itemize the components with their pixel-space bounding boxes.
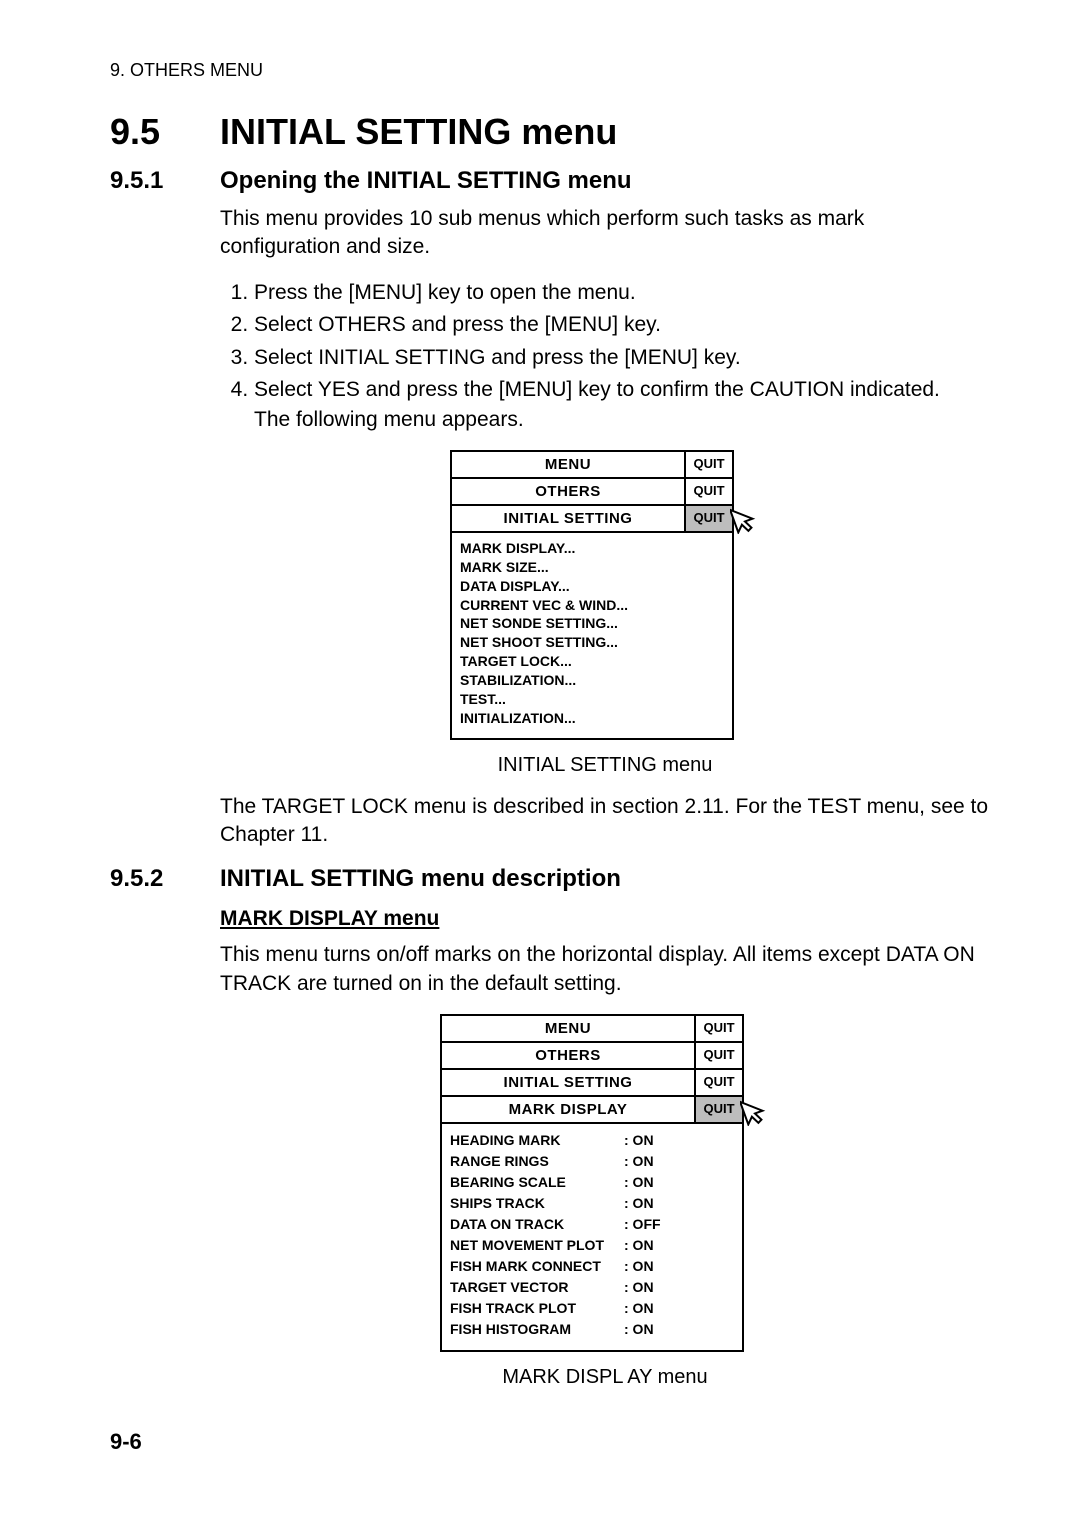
menu-header-title: INITIAL SETTING	[452, 506, 684, 531]
menu-item: NET SONDE SETTING...	[460, 614, 724, 633]
menu-item-value: : ON	[624, 1151, 654, 1172]
section-title: INITIAL SETTING menu	[220, 111, 617, 152]
menu-item-label: HEADING MARK	[450, 1130, 624, 1151]
menu-header-quit: QUIT	[694, 1043, 742, 1068]
menu-item: CURRENT VEC & WIND...	[460, 596, 724, 615]
menu-item: HEADING MARK: ON	[450, 1130, 734, 1151]
subsection-heading: 9.5.1Opening the INITIAL SETTING menu	[110, 167, 990, 195]
menu-item: RANGE RINGS: ON	[450, 1151, 734, 1172]
menu-item-label: NET MOVEMENT PLOT	[450, 1235, 624, 1256]
menu-item: SHIPS TRACK: ON	[450, 1193, 734, 1214]
menu-header-row-active: MARK DISPLAY QUIT	[442, 1097, 742, 1124]
menu-item: DATA ON TRACK: OFF	[450, 1214, 734, 1235]
menu-header-quit: QUIT	[694, 1070, 742, 1095]
menu-item: NET SHOOT SETTING...	[460, 633, 724, 652]
menu-item-label: DATA ON TRACK	[450, 1214, 624, 1235]
menu-diagram-mark-display: MENU QUIT OTHERS QUIT INITIAL SETTING QU…	[440, 1014, 744, 1352]
list-item: Select OTHERS and press the [MENU] key.	[254, 310, 990, 340]
menu-item: FISH TRACK PLOT: ON	[450, 1298, 734, 1319]
subsection-number: 9.5.2	[110, 865, 220, 893]
menu-item: DATA DISPLAY...	[460, 577, 724, 596]
paragraph: The TARGET LOCK menu is described in sec…	[220, 793, 990, 850]
menu-header-quit: QUIT	[694, 1016, 742, 1041]
subsection-title: INITIAL SETTING menu description	[220, 865, 621, 892]
menu-header-row: MENU QUIT	[452, 452, 732, 479]
menu-item-value: : ON	[624, 1256, 654, 1277]
menu-item: NET MOVEMENT PLOT: ON	[450, 1235, 734, 1256]
menu-item: TEST...	[460, 690, 724, 709]
menu-header-title: OTHERS	[452, 479, 684, 504]
menu-item-value: : ON	[624, 1235, 654, 1256]
page-number: 9-6	[110, 1429, 990, 1455]
menu-header-title: INITIAL SETTING	[442, 1070, 694, 1095]
section-heading: 9.5INITIAL SETTING menu	[110, 111, 990, 153]
menu-item-value: : ON	[624, 1277, 654, 1298]
list-item: Press the [MENU] key to open the menu.	[254, 278, 990, 308]
menu-item-value: : ON	[624, 1172, 654, 1193]
menu-item-label: FISH MARK CONNECT	[450, 1256, 624, 1277]
list-item-text: Select YES and press the [MENU] key to c…	[254, 378, 940, 401]
menu-header-row: OTHERS QUIT	[442, 1043, 742, 1070]
paragraph: This menu turns on/off marks on the hori…	[220, 941, 990, 998]
menu-item: BEARING SCALE: ON	[450, 1172, 734, 1193]
cursor-arrow-icon	[740, 1096, 770, 1126]
ordered-list: Press the [MENU] key to open the menu. S…	[220, 278, 990, 436]
menu-item: FISH HISTOGRAM: ON	[450, 1319, 734, 1340]
menu-item: MARK DISPLAY...	[460, 539, 724, 558]
menu-item-label: RANGE RINGS	[450, 1151, 624, 1172]
menu-item: TARGET VECTOR: ON	[450, 1277, 734, 1298]
paragraph: This menu provides 10 sub menus which pe…	[220, 205, 990, 262]
menu-item: STABILIZATION...	[460, 671, 724, 690]
subsection-number: 9.5.1	[110, 167, 220, 195]
menu-item: MARK SIZE...	[460, 558, 724, 577]
menu-header-row-active: INITIAL SETTING QUIT	[452, 506, 732, 533]
menu-item-value: : ON	[624, 1298, 654, 1319]
menu-item-label: TARGET VECTOR	[450, 1277, 624, 1298]
menu-item-value: : ON	[624, 1130, 654, 1151]
subsection-heading: 9.5.2INITIAL SETTING menu description	[110, 865, 990, 893]
menu-header-row: OTHERS QUIT	[452, 479, 732, 506]
menu-item-label: SHIPS TRACK	[450, 1193, 624, 1214]
menu-item-label: BEARING SCALE	[450, 1172, 624, 1193]
menu-item-label: FISH TRACK PLOT	[450, 1298, 624, 1319]
menu-item: TARGET LOCK...	[460, 652, 724, 671]
menu-item-label: FISH HISTOGRAM	[450, 1319, 624, 1340]
menu-item-list: MARK DISPLAY... MARK SIZE... DATA DISPLA…	[452, 533, 732, 738]
menu-item-value: : OFF	[624, 1214, 661, 1235]
section-number: 9.5	[110, 111, 220, 153]
sub-subheading: MARK DISPLAY menu	[220, 907, 990, 931]
menu-header-quit: QUIT	[684, 479, 732, 504]
menu-diagram-initial-setting: MENU QUIT OTHERS QUIT INITIAL SETTING QU…	[450, 450, 734, 740]
menu-header-title: MENU	[442, 1016, 694, 1041]
menu-header-title: MENU	[452, 452, 684, 477]
figure-caption: MARK DISPL AY menu	[220, 1366, 990, 1389]
menu-header-row: MENU QUIT	[442, 1016, 742, 1043]
menu-header-title: OTHERS	[442, 1043, 694, 1068]
list-item-tail: The following menu appears.	[254, 405, 990, 435]
menu-item-list: HEADING MARK: ON RANGE RINGS: ON BEARING…	[442, 1124, 742, 1350]
cursor-arrow-icon	[730, 504, 760, 534]
menu-header-row: INITIAL SETTING QUIT	[442, 1070, 742, 1097]
menu-item-value: : ON	[624, 1193, 654, 1214]
menu-header-quit: QUIT	[694, 1097, 742, 1122]
list-item: Select YES and press the [MENU] key to c…	[254, 375, 990, 436]
menu-header-quit: QUIT	[684, 452, 732, 477]
menu-item-value: : ON	[624, 1319, 654, 1340]
subsection-title: Opening the INITIAL SETTING menu	[220, 167, 632, 194]
menu-item: INITIALIZATION...	[460, 709, 724, 728]
figure-caption: INITIAL SETTING menu	[220, 754, 990, 777]
list-item: Select INITIAL SETTING and press the [ME…	[254, 343, 990, 373]
menu-header-quit: QUIT	[684, 506, 732, 531]
running-head: 9. OTHERS MENU	[110, 60, 990, 81]
menu-header-title: MARK DISPLAY	[442, 1097, 694, 1122]
menu-item: FISH MARK CONNECT: ON	[450, 1256, 734, 1277]
